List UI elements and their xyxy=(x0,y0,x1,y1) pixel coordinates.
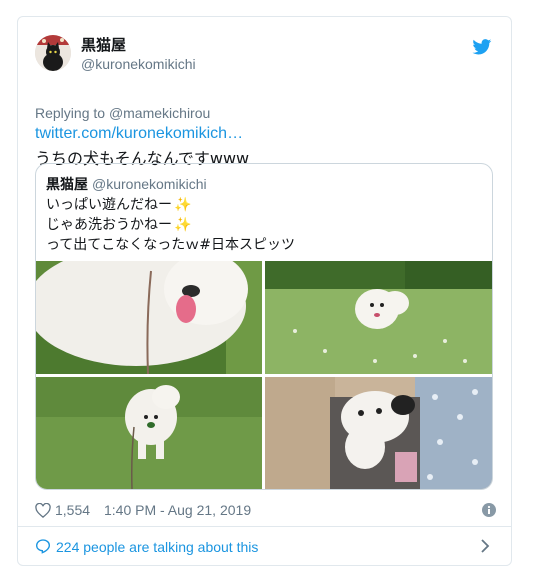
conversation-link[interactable]: 224 people are talking about this xyxy=(35,536,494,558)
tweet-link[interactable]: twitter.com/kuronekomikich… xyxy=(35,125,243,143)
info-icon[interactable] xyxy=(482,503,496,517)
talking-count-text[interactable]: 224 people are talking about this xyxy=(56,539,258,555)
tweet-header: 黒猫屋 @kuronekomikichi xyxy=(35,35,494,79)
quoted-handle: @kuronekomikichi xyxy=(92,176,207,192)
author-display-name[interactable]: 黒猫屋 xyxy=(81,36,196,55)
dog-standing-grass-photo[interactable] xyxy=(36,377,262,489)
quoted-line-1: いっぱい遊んだねー xyxy=(46,197,172,213)
speech-bubble-icon xyxy=(35,539,51,554)
avatar[interactable] xyxy=(35,35,71,71)
reply-context: Replying to @mamekichirou xyxy=(35,105,210,121)
reply-prefix: Replying to xyxy=(35,105,106,121)
divider xyxy=(18,526,511,527)
reply-to-handle[interactable]: @mamekichirou xyxy=(109,105,210,121)
timestamp[interactable]: 1:40 PM - Aug 21, 2019 xyxy=(104,502,251,518)
twitter-bird-icon[interactable] xyxy=(472,39,492,55)
tweet-card: 黒猫屋 @kuronekomikichi Replying to @mameki… xyxy=(17,16,512,566)
quoted-display-name: 黒猫屋 xyxy=(46,177,88,193)
tweet-meta: 1,554 1:40 PM - Aug 21, 2019 xyxy=(35,502,496,520)
author-handle[interactable]: @kuronekomikichi xyxy=(81,55,196,74)
dog-in-crate-photo[interactable] xyxy=(265,377,492,489)
like-count[interactable]: 1,554 xyxy=(55,502,90,518)
quoted-text: いっぱい遊んだねー ✨ じゃあ洗おうかねー ✨ って出てこなくなったｗ#日本スピッツ xyxy=(46,195,295,255)
photo-grid xyxy=(36,261,492,489)
quoted-tweet[interactable]: 黒猫屋 @kuronekomikichi いっぱい遊んだねー ✨ じゃあ洗おうかねー… xyxy=(35,163,493,490)
dog-closeup-photo[interactable] xyxy=(36,261,262,374)
dog-running-field-photo[interactable] xyxy=(265,261,492,374)
quoted-line-2: じゃあ洗おうかねー xyxy=(46,217,172,233)
quoted-line-3: って出てこなくなったｗ#日本スピッツ xyxy=(46,237,296,253)
sparkle-emoji: ✨ xyxy=(174,197,192,213)
sparkle-emoji: ✨ xyxy=(174,217,192,233)
heart-icon[interactable] xyxy=(35,503,51,518)
chevron-right-icon[interactable] xyxy=(480,539,490,553)
